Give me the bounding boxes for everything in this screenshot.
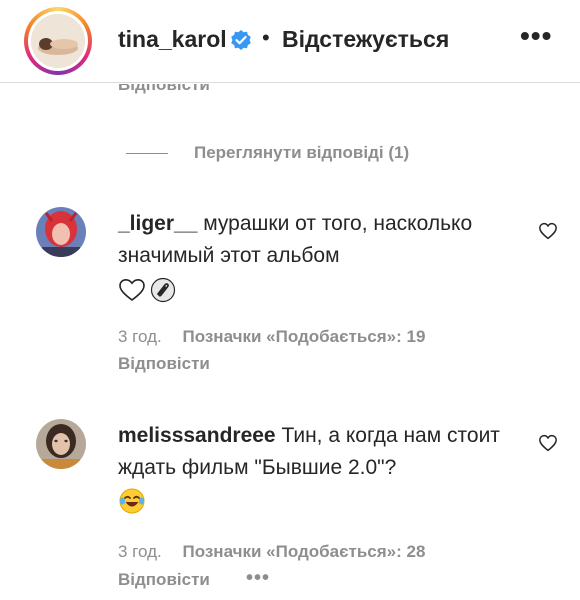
profile-avatar[interactable] [24, 7, 92, 75]
post-header: tina_karol • Відстежується ••• [0, 0, 580, 83]
comment-meta: 3 год. Позначки «Подобається»: 28 [118, 542, 425, 562]
reply-button[interactable]: Відповісти [118, 354, 210, 374]
comment-meta: 3 год. Позначки «Подобається»: 19 [118, 327, 425, 347]
comment-avatar[interactable] [36, 207, 86, 257]
comment-username[interactable]: melisssandreee [118, 424, 276, 447]
comment-likes[interactable]: Позначки «Подобається»: 28 [182, 542, 425, 561]
like-heart-icon[interactable] [538, 222, 558, 240]
comment-username[interactable]: _liger__ [118, 212, 197, 235]
comment-emoji-row [118, 487, 146, 515]
comment-avatar[interactable] [36, 419, 86, 469]
reply-link-partial[interactable]: Відповісти [118, 84, 210, 98]
avatar-image [31, 14, 85, 68]
comment-options-icon[interactable]: ••• [246, 567, 270, 590]
paperclip-icon [150, 277, 176, 303]
comment-time[interactable]: 3 год. [118, 542, 162, 561]
view-replies-line [126, 152, 168, 154]
view-replies-label: Переглянути відповіді (1) [194, 143, 410, 162]
comment-likes[interactable]: Позначки «Подобається»: 19 [182, 327, 425, 346]
separator-dot: • [262, 25, 270, 50]
reply-button[interactable]: Відповісти [118, 570, 210, 590]
verified-badge-icon [231, 30, 251, 50]
view-replies-button[interactable]: Переглянути відповіді (1) [126, 143, 409, 163]
more-horizontal-icon[interactable]: ••• [520, 20, 552, 52]
header-username[interactable]: tina_karol [118, 26, 227, 53]
white-heart-icon [119, 278, 145, 302]
tears-of-joy-icon [119, 488, 145, 514]
comment-emoji-row [118, 277, 176, 303]
comment-body: _liger__ мурашки от того, насколько знач… [118, 208, 538, 272]
following-button[interactable]: Відстежується [282, 26, 449, 53]
like-heart-icon[interactable] [538, 434, 558, 452]
comment-body: melisssandreee Тин, а когда нам стоит жд… [118, 420, 538, 484]
avatar-inner [28, 11, 88, 71]
comment-time[interactable]: 3 год. [118, 327, 162, 346]
